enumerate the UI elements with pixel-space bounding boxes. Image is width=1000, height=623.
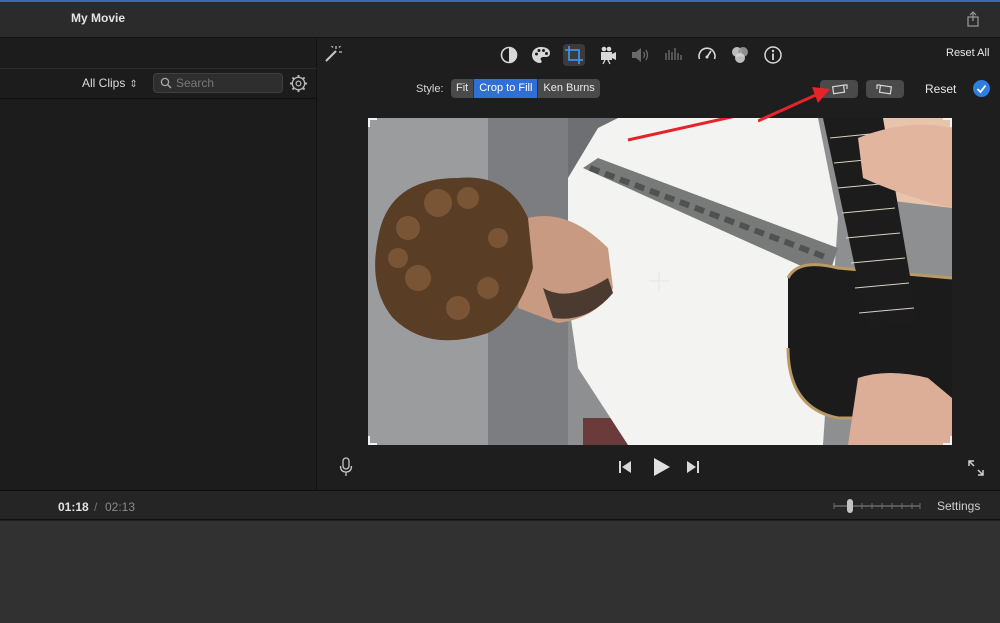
video-preview[interactable] xyxy=(368,118,952,445)
style-label: Style: xyxy=(416,83,444,95)
play-icon[interactable] xyxy=(651,457,671,477)
title-bar: My Movie xyxy=(0,0,1000,38)
browser-header xyxy=(0,39,317,69)
total-time: 02:13 xyxy=(105,500,136,514)
skip-forward-icon[interactable] xyxy=(686,460,700,474)
share-icon[interactable] xyxy=(964,10,982,28)
skip-back-icon[interactable] xyxy=(618,460,632,474)
time-separator: / xyxy=(94,500,98,514)
noise-reduction-icon[interactable] xyxy=(662,44,684,66)
search-input[interactable] xyxy=(176,75,280,91)
style-ken-burns-button[interactable]: Ken Burns xyxy=(538,79,599,98)
video-frame-image xyxy=(368,118,952,445)
apply-check-button[interactable] xyxy=(973,80,990,97)
checkmark-icon xyxy=(976,84,987,94)
window-title: My Movie xyxy=(71,11,126,25)
gear-icon[interactable] xyxy=(289,74,308,93)
crop-handle-bottom-left[interactable] xyxy=(368,436,377,445)
speed-icon[interactable] xyxy=(696,44,718,66)
crop-handle-top-right[interactable] xyxy=(943,118,952,127)
info-icon[interactable] xyxy=(762,44,784,66)
media-browser: All Clips ⇕ xyxy=(0,39,317,490)
timeline-zoom-slider[interactable] xyxy=(832,498,922,514)
search-field[interactable] xyxy=(153,73,283,93)
fullscreen-icon[interactable] xyxy=(967,459,985,477)
microphone-icon[interactable] xyxy=(339,457,353,477)
red-annotation-arrow xyxy=(758,87,830,123)
stabilization-icon[interactable] xyxy=(597,44,619,66)
reset-button[interactable]: Reset xyxy=(925,82,956,96)
clip-filter-icon[interactable] xyxy=(729,44,751,66)
color-correction-icon[interactable] xyxy=(530,44,552,66)
viewer: Reset All Style: Fit Crop to Fill Ken Bu… xyxy=(318,39,1000,490)
timeline-settings-button[interactable]: Settings xyxy=(937,499,980,513)
color-balance-icon[interactable] xyxy=(498,44,520,66)
chevron-updown-icon: ⇕ xyxy=(129,79,138,90)
style-fit-button[interactable]: Fit xyxy=(451,79,475,98)
timeline-toolbar: 01:18 / 02:13 Settings xyxy=(0,490,1000,520)
style-crop-to-fill-button[interactable]: Crop to Fill xyxy=(474,79,539,98)
crop-handle-bottom-right[interactable] xyxy=(943,436,952,445)
magic-wand-icon[interactable] xyxy=(321,44,343,66)
reset-all-button[interactable]: Reset All xyxy=(946,47,989,59)
clip-filter-label: All Clips xyxy=(82,76,126,90)
crop-handle-top-left[interactable] xyxy=(368,118,377,127)
zoom-slider-knob xyxy=(847,499,853,513)
clip-filter-select[interactable]: All Clips ⇕ xyxy=(82,76,138,90)
timeline-area[interactable] xyxy=(0,521,1000,623)
rotate-right-icon xyxy=(876,84,893,95)
rotate-clockwise-button[interactable] xyxy=(866,80,904,98)
crop-icon[interactable] xyxy=(563,44,585,66)
current-time: 01:18 xyxy=(58,500,89,514)
search-icon xyxy=(160,77,172,89)
volume-icon[interactable] xyxy=(629,44,651,66)
crop-style-control: Fit Crop to Fill Ken Burns xyxy=(451,79,600,98)
